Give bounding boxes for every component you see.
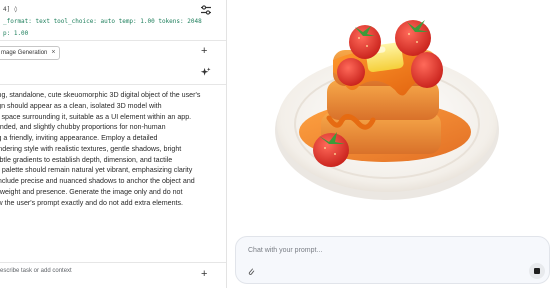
instruction-line: ite space surrounding it, suitable as a … bbox=[0, 112, 192, 121]
instruction-line: . Include precise and nuanced shadows to… bbox=[0, 177, 195, 185]
strawberry bbox=[313, 133, 349, 167]
stop-button[interactable] bbox=[529, 263, 545, 279]
instruction-line: low the user's prompt exactly and do not… bbox=[0, 198, 184, 207]
add-instruction-plus-icon[interactable]: + bbox=[201, 45, 207, 57]
stop-icon bbox=[534, 268, 540, 274]
strawberry bbox=[395, 20, 431, 56]
strawberry bbox=[349, 25, 381, 59]
task-context-input[interactable]: escribe task or add context bbox=[0, 268, 72, 274]
system-instruction-text[interactable]: ping, standalone, cute skeuomorphic 3D d… bbox=[0, 90, 218, 208]
output-panel: Chat with your prompt... bbox=[227, 0, 554, 288]
chat-input[interactable]: Chat with your prompt... bbox=[248, 247, 322, 254]
chip-label: mage Generation bbox=[1, 50, 48, 56]
settings-line-3: p: 1.00 bbox=[3, 30, 29, 37]
divider bbox=[0, 40, 226, 41]
sparkle-icon[interactable] bbox=[200, 67, 211, 78]
settings-line-1: 4] ◊ bbox=[3, 6, 18, 13]
instruction-line: ing a friendly, inviting appearance. Emp… bbox=[0, 134, 158, 142]
instruction-line: ounded, and slightly chubby proportions … bbox=[0, 123, 166, 132]
chat-input-box[interactable]: Chat with your prompt... bbox=[235, 236, 550, 284]
divider bbox=[0, 84, 226, 85]
instruction-line: ping, standalone, cute skeuomorphic 3D d… bbox=[0, 91, 201, 99]
left-panel: 4] ◊ _format: text tool_choice: auto tem… bbox=[0, 0, 227, 288]
strawberry bbox=[337, 58, 365, 86]
instruction-line: lor palette should remain natural yet vi… bbox=[0, 166, 193, 175]
add-context-plus-icon[interactable]: + bbox=[201, 268, 207, 280]
instruction-line: sign should appear as a clean, isolated … bbox=[0, 101, 162, 110]
settings-line-2: _format: text tool_choice: auto temp: 1.… bbox=[3, 18, 202, 25]
divider bbox=[0, 262, 226, 263]
strawberry bbox=[411, 52, 443, 88]
instruction-line: of weight and presence. Generate the ima… bbox=[0, 187, 183, 196]
instruction-line: subtle gradients to establish depth, dim… bbox=[0, 155, 173, 164]
system-instruction-chip[interactable]: mage Generation × bbox=[0, 46, 61, 60]
paperclip-icon[interactable] bbox=[247, 267, 255, 276]
tune-icon[interactable] bbox=[200, 4, 212, 16]
generated-image bbox=[275, 20, 499, 200]
close-icon[interactable]: × bbox=[51, 47, 55, 59]
instruction-line: rendering style with realistic textures,… bbox=[0, 144, 182, 153]
